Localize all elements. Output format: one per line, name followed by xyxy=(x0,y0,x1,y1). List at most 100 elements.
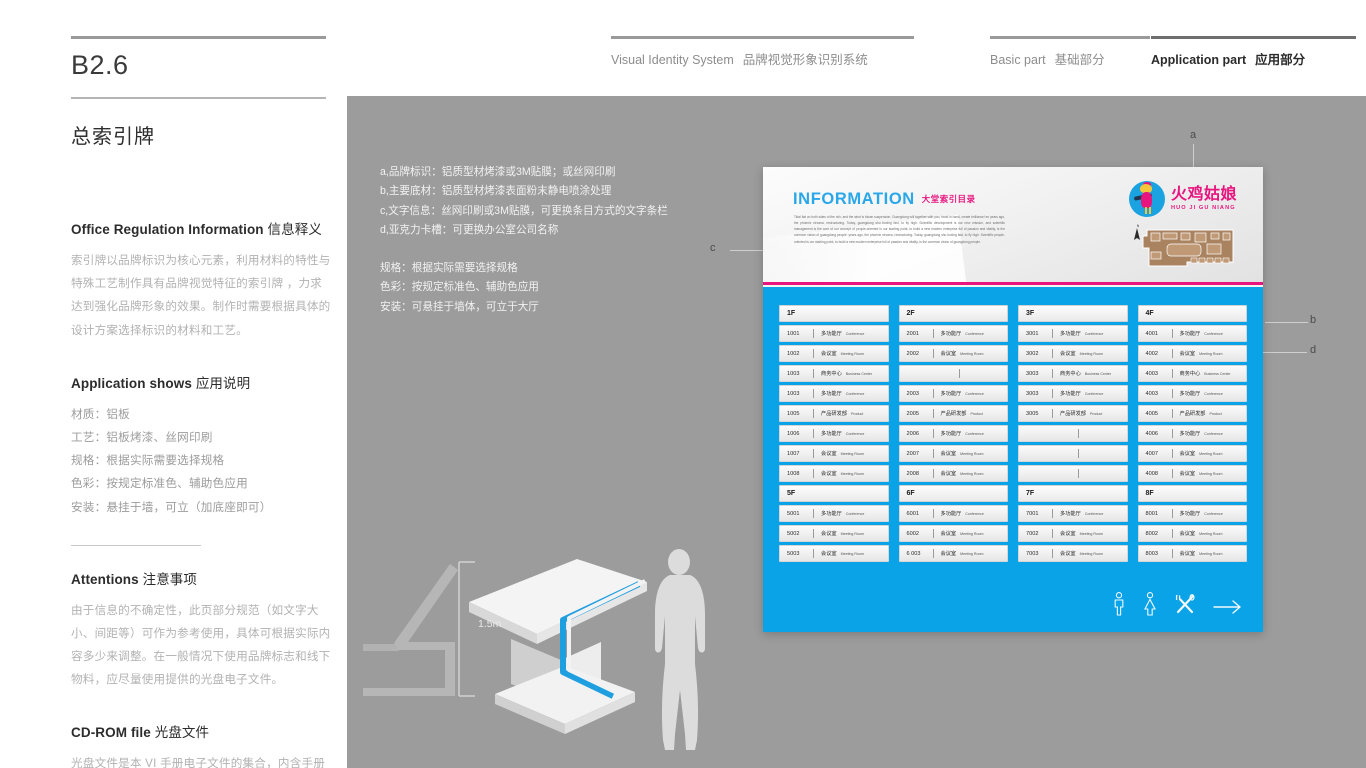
tab-basic-part[interactable]: Basic part 基础部分 xyxy=(990,49,1105,68)
room-name-cn: 会议室 xyxy=(940,451,957,457)
directory-row[interactable]: 3003 多功能厅 Conference xyxy=(1018,385,1128,402)
directory-row[interactable]: 6001 多功能厅 Conference xyxy=(898,505,1008,522)
directory-row[interactable]: 1006 多功能厅 Conference xyxy=(779,425,889,442)
room-number: 8003 xyxy=(1145,550,1158,557)
logo-name-cn: 火鸡姑娘 xyxy=(1170,186,1237,203)
logo-wordmark: 火鸡姑娘 HUO JI GU NIANG xyxy=(1170,186,1237,212)
spec-line-c: c,文字信息：丝网印刷或3M贴膜，可更换条目方式的文字条栏 xyxy=(380,204,668,217)
block-heading-attentions: Attentions 注意事项 xyxy=(71,568,333,588)
room-number: 6002 xyxy=(906,530,919,537)
lectern-3d xyxy=(469,559,647,734)
room-name-en: Meeting Room xyxy=(1079,351,1103,356)
room-number: 4006 xyxy=(1145,430,1158,437)
directory-row[interactable]: 2005 产品研发部 Product xyxy=(898,405,1008,422)
directory-row[interactable]: 3001 多功能厅 Conference xyxy=(1018,325,1128,342)
row-divider xyxy=(932,549,934,558)
directory-row[interactable]: 4008 会议室 Meeting Room xyxy=(1137,465,1247,482)
room-name-en: Conference xyxy=(1084,511,1104,516)
spec-line-d: d,亚克力卡槽：可更换办公室公司名称 xyxy=(380,223,559,236)
row-divider xyxy=(1171,469,1173,478)
room-number: 5003 xyxy=(787,550,800,557)
directory-row[interactable]: 1007 会议室 Meeting Room xyxy=(779,445,889,462)
tab-app-cn: 应用部分 xyxy=(1255,53,1306,67)
directory-row[interactable]: 4003 多功能厅 Conference xyxy=(1137,385,1247,402)
room-name-cn: 会议室 xyxy=(940,351,957,357)
directory-row[interactable]: 6 003 会议室 Meeting Room xyxy=(898,545,1008,562)
room-number: 3002 xyxy=(1026,350,1039,357)
room-number: 1002 xyxy=(787,350,800,357)
directory-row[interactable]: 2008 会议室 Meeting Room xyxy=(898,465,1008,482)
spec-line-a: a,品牌标识：铝质型材烤漆或3M贴膜；或丝网印刷 xyxy=(380,166,616,178)
chicken-mascot-icon xyxy=(1128,181,1165,217)
directory-row[interactable]: 1005 产品研发部 Product xyxy=(779,405,889,422)
room-name-cn: 会议室 xyxy=(940,531,957,537)
directory-row[interactable]: 7001 多功能厅 Conference xyxy=(1018,505,1128,522)
directory-row[interactable]: 3005 产品研发部 Product xyxy=(1018,405,1128,422)
room-number: 1003 xyxy=(787,390,800,397)
spec-annotation-list: a,品牌标识：铝质型材烤漆或3M贴膜；或丝网印刷 b,主要底材：铝质型材烤漆表面… xyxy=(380,163,710,240)
room-name-cn: 会议室 xyxy=(1179,451,1196,457)
directory-row[interactable]: 3002 会议室 Meeting Room xyxy=(1018,345,1128,362)
directory-row[interactable]: 2006 多功能厅 Conference xyxy=(898,425,1008,442)
row-divider xyxy=(1171,349,1173,358)
directory-row[interactable]: 7003 会议室 Meeting Room xyxy=(1018,545,1128,562)
room-name-cn: 会议室 xyxy=(1179,351,1196,357)
directory-row[interactable]: 2002 会议室 Meeting Room xyxy=(898,345,1008,362)
directory-row[interactable]: 5003 会议室 Meeting Room xyxy=(779,545,889,562)
directory-row[interactable]: 8002 会议室 Meeting Room xyxy=(1137,525,1247,542)
room-name-cn: 产品研发部 xyxy=(1060,411,1086,417)
directory-row[interactable]: 8001 多功能厅 Conference xyxy=(1137,505,1247,522)
room-name-en: Product xyxy=(970,411,983,416)
directory-row[interactable]: 1003 多功能厅 Conference xyxy=(779,385,889,402)
room-name-cn: 会议室 xyxy=(1179,531,1196,537)
directory-row[interactable] xyxy=(1018,425,1128,442)
directory-row[interactable] xyxy=(1018,445,1128,462)
directory-row[interactable]: 4002 会议室 Meeting Room xyxy=(1137,345,1247,362)
directory-row[interactable]: 7002 会议室 Meeting Room xyxy=(1018,525,1128,542)
directory-row[interactable]: 1008 会议室 Meeting Room xyxy=(779,465,889,482)
room-name-en: Meeting Room xyxy=(1199,471,1223,476)
room-name-cn: 多功能厅 xyxy=(1060,511,1081,517)
info-paragraph: Tidal flat on both sides of the rich, an… xyxy=(794,215,1005,244)
directory-row[interactable]: 4001 多功能厅 Conference xyxy=(1137,325,1247,342)
directory-row[interactable]: 2001 多功能厅 Conference xyxy=(898,325,1008,342)
directory-row[interactable]: 1002 会议室 Meeting Room xyxy=(779,345,889,362)
directory-row[interactable]: 5001 多功能厅 Conference xyxy=(779,505,889,522)
block-heading-info: Office Regulation Information 信息释义 xyxy=(71,218,333,238)
leader-line-b xyxy=(1265,322,1308,323)
block-cd-cn: 光盘文件 xyxy=(154,725,210,741)
block-app-en: Application shows xyxy=(71,375,192,391)
row-divider xyxy=(932,429,934,438)
row-divider xyxy=(1171,509,1173,518)
room-number: 1001 xyxy=(787,330,800,337)
room-number: 2006 xyxy=(906,430,919,437)
directory-row[interactable]: 4007 会议室 Meeting Room xyxy=(1137,445,1247,462)
directory-row[interactable]: 5002 会议室 Meeting Room xyxy=(779,525,889,542)
lectern-illustration: 1.5m xyxy=(347,544,767,768)
directory-row[interactable]: 8003 会议室 Meeting Room xyxy=(1137,545,1247,562)
directory-row[interactable]: 6002 会议室 Meeting Room xyxy=(898,525,1008,542)
directory-row[interactable]: 4005 产品研发部 Product xyxy=(1137,405,1247,422)
directory-row[interactable] xyxy=(898,365,1008,382)
page-title: B2.6 xyxy=(71,50,129,80)
directory-row[interactable]: 4006 多功能厅 Conference xyxy=(1137,425,1247,442)
room-number: 4003 xyxy=(1145,370,1158,377)
header-rule-application xyxy=(1151,36,1356,39)
directory-row[interactable]: 2007 会议室 Meeting Room xyxy=(898,445,1008,462)
directory-row[interactable]: 3003 商务中心 Business Center xyxy=(1018,365,1128,382)
row-divider xyxy=(1052,529,1053,538)
room-name-cn: 商务中心 xyxy=(1179,371,1201,377)
room-name-en: Conference xyxy=(965,511,984,516)
directory-row[interactable]: 1003 商务中心 Business Center xyxy=(779,365,889,382)
room-name-cn: 会议室 xyxy=(821,531,837,537)
row-divider xyxy=(1171,449,1173,458)
tab-application-part[interactable]: Application part 应用部分 xyxy=(1151,49,1305,68)
room-number: 2005 xyxy=(906,410,919,417)
directory-row[interactable]: 1001 多功能厅 Conference xyxy=(779,325,889,342)
directory-row[interactable]: 2003 多功能厅 Conference xyxy=(898,385,1008,402)
room-name-cn: 多功能厅 xyxy=(1060,331,1081,337)
directory-row[interactable]: 4003 商务中心 Business Center xyxy=(1137,365,1247,382)
directory-row[interactable] xyxy=(1018,465,1128,482)
room-name-en: Meeting Room xyxy=(840,471,864,476)
row-divider xyxy=(1052,369,1053,378)
